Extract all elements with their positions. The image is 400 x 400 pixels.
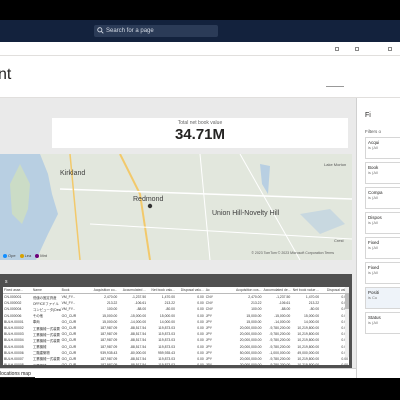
kpi-card[interactable]: Total net book value 34.71M [52, 118, 348, 148]
app-frame: Search for a page nt Total net book valu… [0, 20, 400, 378]
map-label-redmond: Redmond [133, 196, 164, 203]
map-background [0, 154, 352, 260]
table-cell: 工業機械一式装置 [32, 357, 60, 362]
scrollbar-thumb[interactable] [345, 293, 349, 309]
table-cell: 2,470.00 [248, 295, 262, 300]
legend-item: Mnt [35, 253, 47, 258]
map-visual[interactable]: Kirkland Redmond Union Hill-Novelty Hill… [0, 154, 352, 260]
table-title: s [3, 277, 349, 287]
filters-title: Fi [365, 112, 371, 119]
filters-pane: Fi Filters o Acqui is (All Book is (All Comp… [356, 98, 400, 378]
filter-list: Acqui is (All Book is (All Compa is (All Dispo… [357, 137, 400, 334]
filters-subtitle: Filters o [365, 129, 382, 134]
header-divider [326, 86, 344, 87]
filter-card[interactable]: Fixed is (All [365, 237, 400, 259]
filter-value: is (All [368, 220, 378, 225]
fixed-assets-table[interactable]: s Fixed asse... Name Book Acquisition co...… [0, 274, 352, 368]
table-cell: 2,470.00 [104, 295, 118, 300]
filter-value: is (All [368, 270, 378, 275]
map-label-kirkland: Kirkland [60, 170, 86, 177]
action-bar [0, 42, 400, 56]
page-header: nt [0, 56, 400, 98]
filter-card[interactable]: Status is (All [365, 312, 400, 334]
table-cell: -1,237.50 [131, 295, 147, 300]
tab-locations-map[interactable]: locations map [0, 369, 35, 378]
filter-card[interactable]: Compa is (All [365, 187, 400, 209]
filter-card[interactable]: Acqui is (All [365, 137, 400, 159]
map-label-union-hill: Union Hill-Novelty Hill [212, 210, 280, 217]
filter-value: is (All [368, 245, 378, 250]
table-cell: CN-000001 [4, 295, 22, 300]
page-title: nt [0, 66, 12, 83]
table-cell: コンピュータ(Desk...) [32, 307, 61, 312]
table-cell: CNY [205, 295, 213, 300]
page-tabs: locations map [0, 368, 356, 378]
search-placeholder: Search for a page [106, 28, 154, 34]
table-cell: 工業機械一式装置 [32, 332, 60, 337]
search-box[interactable]: Search for a page [94, 25, 218, 37]
table-cell: -1,237.50 [275, 295, 291, 300]
top-bar: Search for a page [0, 20, 400, 42]
kpi-value: 34.71M [174, 126, 226, 143]
map-label-lake-morton: Lake Morton [324, 162, 347, 167]
legend-item: Ope [3, 253, 16, 258]
filter-value: is Cu [368, 295, 378, 300]
filter-value: is (All [368, 320, 378, 325]
table-row[interactable]: CN-000001 低値の固定資産 VM_FY... 2,470.00 -1,237.5… [3, 294, 349, 301]
map-label-crest: Crest [334, 238, 344, 243]
table-scrollbar[interactable] [345, 287, 349, 357]
filter-value: is (All [368, 145, 378, 150]
table-cell: 工業機械一式装置 [32, 338, 60, 343]
filter-card[interactable]: Fixed is (All [365, 262, 400, 284]
expand-icon[interactable] [335, 47, 339, 51]
table-cell: 1,470.00 [161, 295, 175, 300]
table-cell: 低値の固定資産 [32, 295, 57, 300]
filter-value: is (All [368, 195, 378, 200]
more-icon[interactable] [388, 47, 392, 51]
assets-table: Fixed asse... Name Book Acquisition co... Ac… [3, 287, 349, 365]
report-canvas: Total net book value 34.71M Kirkland Red… [0, 98, 356, 368]
legend-item: Lea [19, 253, 31, 258]
settings-icon[interactable] [355, 47, 359, 51]
map-legend: Ope Lea Mnt [3, 253, 47, 258]
table-cell: VM_FY... [61, 295, 76, 300]
filter-card[interactable]: Book is (All [365, 162, 400, 184]
map-credit: © 2023 TomTom © 2023 Microsoft Corporati… [251, 251, 334, 255]
table-cell: 1,470.00 [305, 295, 320, 300]
filter-card[interactable]: Positi is Cu [365, 287, 400, 309]
filter-card[interactable]: Dispos is (All [365, 212, 400, 234]
filter-value: is (All [368, 170, 378, 175]
table-cell: 0.00 [197, 295, 204, 300]
table-cell: 工業機械一式装置 [32, 326, 60, 331]
table-cell: OFFICEファイル [32, 301, 59, 306]
search-icon [97, 27, 104, 34]
